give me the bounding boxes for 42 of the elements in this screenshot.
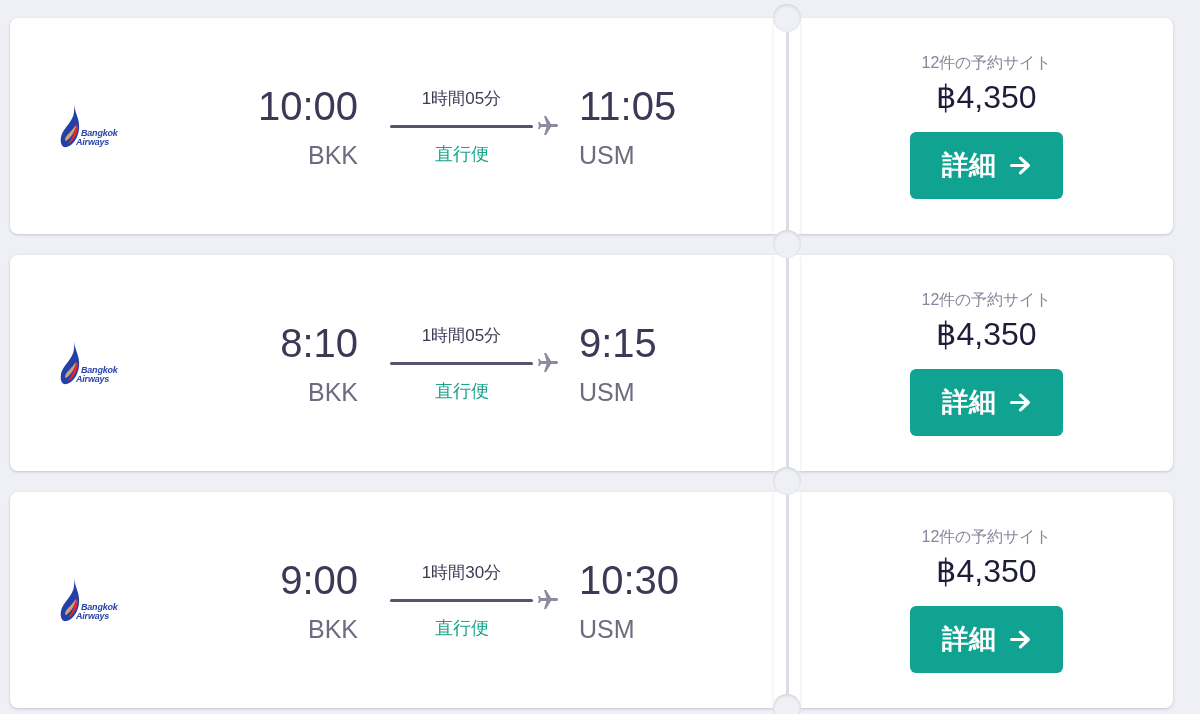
departure-airport: BKK xyxy=(306,378,358,406)
direct-flight-label: 直行便 xyxy=(433,143,490,166)
arrival-airport: USM xyxy=(579,615,636,643)
airline-logo-text: Bangkok xyxy=(81,603,118,612)
flight-duration: 1時間30分 xyxy=(420,562,503,584)
details-button[interactable]: 詳細 xyxy=(910,131,1063,199)
arrival-time: 9:15 xyxy=(579,320,657,366)
airplane-icon xyxy=(538,590,558,610)
departure-time: 9:00 xyxy=(279,557,358,603)
direct-flight-label: 直行便 xyxy=(433,617,490,640)
airline-logo-text: Bangkok xyxy=(81,366,118,375)
direct-flight-label: 直行便 xyxy=(433,380,490,403)
booking-sites-count: 12件の予約サイト xyxy=(921,526,1052,547)
airline-logo-text: Airways xyxy=(76,375,110,384)
departure-airport: BKK xyxy=(306,141,358,169)
departure-airport: BKK xyxy=(306,615,358,643)
airplane-icon xyxy=(538,116,558,136)
arrow-right-icon xyxy=(1010,155,1031,175)
airline-logo-text: Airways xyxy=(76,138,110,147)
details-button[interactable]: 詳細 xyxy=(910,605,1063,673)
arrow-right-icon xyxy=(1010,392,1031,412)
flight-duration: 1時間05分 xyxy=(420,325,503,347)
ticket-notch xyxy=(773,4,801,32)
arrow-right-icon xyxy=(1010,629,1031,649)
departure-time: 8:10 xyxy=(279,320,358,366)
airplane-icon xyxy=(538,353,558,373)
flight-duration: 1時間05分 xyxy=(420,88,503,110)
arrival-airport: USM xyxy=(579,378,636,406)
arrival-time: 10:30 xyxy=(579,557,680,603)
details-button[interactable]: 詳細 xyxy=(910,368,1063,436)
arrival-time: 11:05 xyxy=(579,83,677,129)
ticket-notch xyxy=(773,467,801,495)
price: ฿4,350 xyxy=(936,314,1037,353)
airline-logo-text: Airways xyxy=(76,612,110,621)
airline-logo-text: Bangkok xyxy=(81,129,118,138)
departure-time: 10:00 xyxy=(256,83,358,129)
booking-sites-count: 12件の予約サイト xyxy=(921,52,1052,73)
booking-sites-count: 12件の予約サイト xyxy=(921,289,1052,310)
arrival-airport: USM xyxy=(579,141,636,169)
price: ฿4,350 xyxy=(936,77,1037,116)
price: ฿4,350 xyxy=(936,551,1037,590)
ticket-notch xyxy=(773,230,801,258)
